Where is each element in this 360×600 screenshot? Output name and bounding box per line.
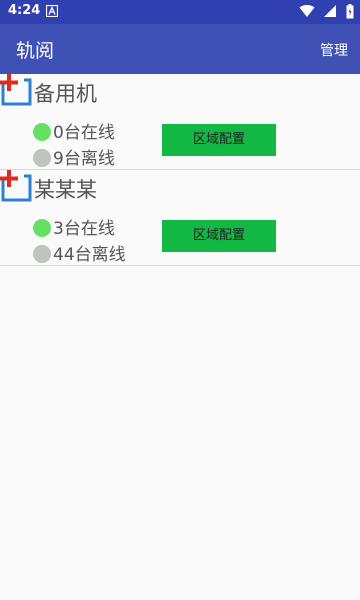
cell-signal-icon: [323, 5, 336, 17]
wifi-icon: [299, 5, 315, 18]
offline-count: 44台离线: [53, 245, 126, 265]
area-config-button[interactable]: 区域配置: [162, 220, 276, 252]
battery-icon: [346, 4, 354, 19]
device-group: 某某某 3台在线 44台离线 区域配置: [0, 170, 360, 266]
offline-dot-icon: [33, 245, 51, 263]
add-device-icon[interactable]: [0, 74, 34, 108]
online-count: 0台在线: [53, 123, 115, 143]
online-status: 0台在线: [33, 118, 115, 143]
offline-dot-icon: [33, 149, 51, 167]
status-icons: [299, 4, 354, 20]
page-title: 轨阅: [16, 40, 55, 62]
offline-status: 9台离线: [33, 144, 115, 169]
online-dot-icon: [33, 123, 51, 141]
status-bar: 4:24: [0, 0, 360, 24]
add-device-icon[interactable]: [0, 170, 34, 204]
online-status: 3台在线: [33, 214, 115, 239]
online-count: 3台在线: [53, 219, 115, 239]
group-name: 备用机: [34, 82, 97, 106]
group-name: 某某某: [34, 178, 97, 202]
offline-count: 9台离线: [53, 149, 115, 169]
online-dot-icon: [33, 219, 51, 237]
app-bar: 轨阅 管理: [0, 24, 360, 74]
area-config-button[interactable]: 区域配置: [162, 124, 276, 156]
status-time: 4:24: [8, 3, 41, 18]
a-box-icon: [46, 5, 58, 17]
device-group: 备用机 0台在线 9台离线 区域配置: [0, 74, 360, 170]
offline-status: 44台离线: [33, 240, 126, 265]
manage-button[interactable]: 管理: [320, 40, 348, 60]
